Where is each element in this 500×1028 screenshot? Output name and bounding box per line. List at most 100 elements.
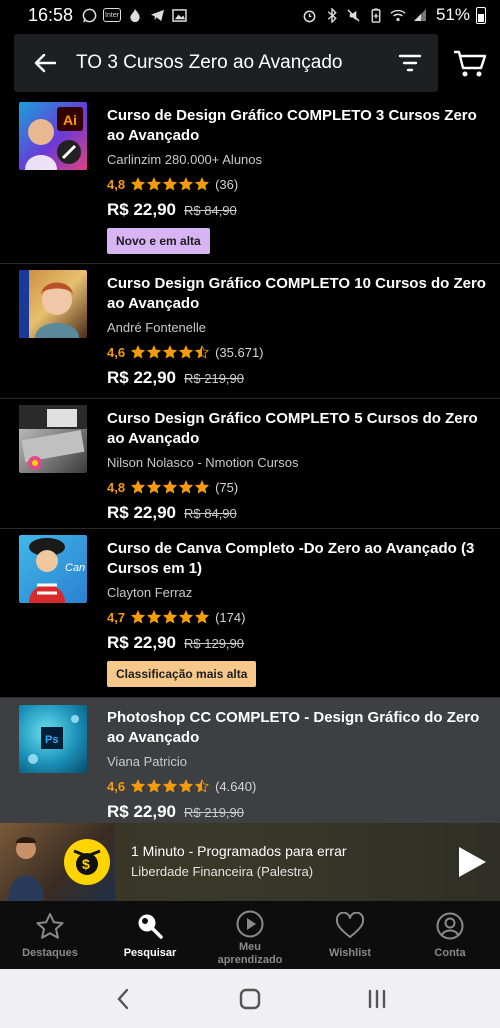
home-square-icon — [239, 988, 261, 1009]
star-filled-icon — [195, 177, 209, 191]
current-price: R$ 22,90 — [107, 503, 176, 522]
course-author: Viana Patricio — [107, 754, 187, 769]
course-item[interactable]: Curso Design Gráfico COMPLETO 10 Cursos … — [0, 264, 500, 399]
star-half-icon — [195, 345, 209, 359]
nav-label: Wishlist — [328, 947, 372, 959]
heart-icon — [335, 911, 365, 941]
nav-meu-aprendizado[interactable]: Meu aprendizado — [200, 901, 300, 969]
thumb-label: Can — [65, 562, 85, 574]
system-home-button[interactable] — [230, 979, 270, 1019]
course-thumbnail: Can — [19, 535, 87, 603]
course-title: Curso Design Gráfico COMPLETO 10 Cursos … — [107, 275, 486, 312]
rating-stars — [131, 779, 209, 793]
whatsapp-icon — [81, 7, 97, 23]
svg-text:$: $ — [82, 856, 90, 872]
search-input[interactable]: TO 3 Cursos Zero ao Avançado — [76, 52, 382, 74]
star-filled-icon — [147, 779, 161, 793]
mute-icon — [346, 7, 362, 23]
nav-destaques[interactable]: Destaques — [0, 901, 100, 969]
money-logo-icon: $ — [64, 839, 110, 885]
thumb-label: Ai — [63, 112, 77, 128]
star-filled-icon — [147, 177, 161, 191]
cart-button[interactable] — [450, 46, 490, 82]
rating-count: (4.640) — [215, 778, 257, 794]
original-price: R$ 219,90 — [184, 371, 244, 386]
course-rating: 4,6 (35.671) — [107, 343, 486, 361]
star-filled-icon — [179, 480, 193, 494]
star-half-icon — [195, 779, 209, 793]
arrow-left-icon — [34, 53, 56, 73]
mini-player-thumbnail: $ — [0, 823, 115, 901]
rating-count: (36) — [215, 176, 239, 192]
course-thumbnail: Ai — [19, 102, 87, 170]
rating-count: (75) — [215, 479, 239, 495]
current-price: R$ 22,90 — [107, 802, 176, 821]
original-price: R$ 219,90 — [184, 805, 244, 820]
filter-button[interactable] — [382, 34, 438, 92]
play-circle-icon — [235, 909, 265, 939]
mini-player-text: 1 Minuto - Programados para errar Liberd… — [131, 842, 347, 881]
star-filled-icon — [195, 610, 209, 624]
status-bar: 16:58 Inter 51% — [0, 0, 500, 30]
course-title: Curso de Design Gráfico COMPLETO 3 Curso… — [107, 107, 477, 144]
speaker-image — [8, 837, 44, 901]
account-icon — [435, 911, 465, 941]
nav-conta[interactable]: Conta — [400, 901, 500, 969]
mini-player[interactable]: $ 1 Minuto - Programados para errar Libe… — [0, 823, 500, 901]
course-item-selected[interactable]: Ps Photoshop CC COMPLETO - Design Gráfic… — [0, 698, 500, 823]
course-price: R$ 22,90 R$ 84,90 — [107, 200, 486, 220]
course-price: R$ 22,90 R$ 129,90 — [107, 633, 486, 653]
nav-pesquisar[interactable]: Pesquisar — [100, 901, 200, 969]
star-filled-icon — [131, 480, 145, 494]
star-filled-icon — [147, 480, 161, 494]
star-filled-icon — [195, 480, 209, 494]
star-filled-icon — [179, 610, 193, 624]
current-price: R$ 22,90 — [107, 200, 176, 219]
star-filled-icon — [179, 345, 193, 359]
star-filled-icon — [163, 610, 177, 624]
original-price: R$ 84,90 — [184, 203, 237, 218]
nav-label: Meu aprendizado — [217, 941, 283, 966]
system-recents-button[interactable] — [357, 979, 397, 1019]
bottom-navigation: Destaques Pesquisar Meu aprendizado Wish… — [0, 901, 500, 969]
search-header: TO 3 Cursos Zero ao Avançado — [0, 34, 500, 92]
filter-icon — [398, 54, 422, 72]
bluetooth-icon — [324, 7, 340, 23]
course-author: Clayton Ferraz — [107, 585, 193, 600]
course-title: Photoshop CC COMPLETO - Design Gráfico d… — [107, 709, 480, 746]
rating-stars — [131, 610, 209, 624]
battery-icon — [476, 6, 486, 24]
course-list: Ai Curso de Design Gráfico COMPLETO 3 Cu… — [0, 96, 500, 823]
course-info: Photoshop CC COMPLETO - Design Gráfico d… — [107, 708, 486, 822]
course-info: Curso Design Gráfico COMPLETO 5 Cursos d… — [107, 409, 486, 523]
course-rating: 4,7 (174) — [107, 608, 486, 626]
star-filled-icon — [131, 177, 145, 191]
current-price: R$ 22,90 — [107, 368, 176, 387]
play-icon[interactable] — [456, 845, 488, 879]
gallery-icon — [171, 7, 187, 23]
nav-wishlist[interactable]: Wishlist — [300, 901, 400, 969]
star-filled-icon — [131, 779, 145, 793]
notification-icons: Inter — [81, 7, 187, 23]
rating-stars — [131, 177, 209, 191]
rating-stars — [131, 480, 209, 494]
system-back-button[interactable] — [103, 979, 143, 1019]
system-navigation-bar — [0, 969, 500, 1028]
recents-icon — [368, 989, 385, 1008]
star-filled-icon — [163, 779, 177, 793]
star-filled-icon — [179, 177, 193, 191]
course-item[interactable]: Can Curso de Canva Completo -Do Zero ao … — [0, 529, 500, 698]
course-price: R$ 22,90 R$ 84,90 — [107, 503, 486, 523]
original-price: R$ 129,90 — [184, 636, 244, 651]
back-button[interactable] — [14, 34, 76, 92]
star-filled-icon — [163, 480, 177, 494]
search-bar[interactable]: TO 3 Cursos Zero ao Avançado — [14, 34, 438, 92]
course-rating: 4,6 (4.640) — [107, 777, 486, 795]
course-item[interactable]: Ai Curso de Design Gráfico COMPLETO 3 Cu… — [0, 96, 500, 264]
star-filled-icon — [147, 610, 161, 624]
current-price: R$ 22,90 — [107, 633, 176, 652]
nav-label: Conta — [434, 947, 466, 959]
course-price: R$ 22,90 R$ 219,90 — [107, 368, 486, 388]
course-item[interactable]: Curso Design Gráfico COMPLETO 5 Cursos d… — [0, 399, 500, 529]
telegram-icon — [149, 7, 165, 23]
